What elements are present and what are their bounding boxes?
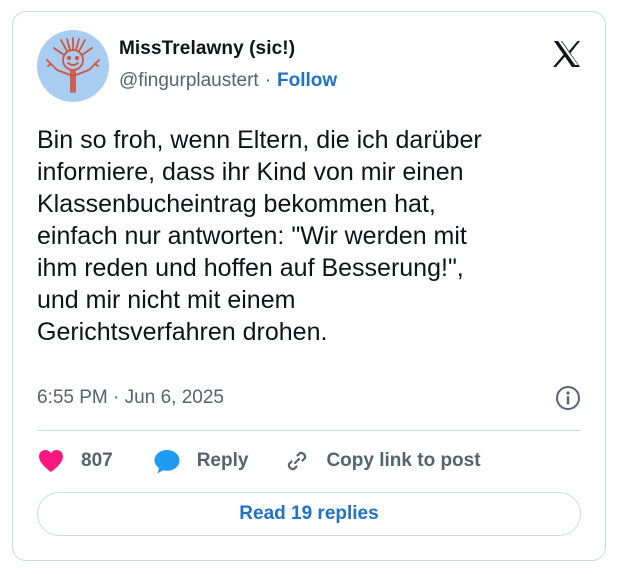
info-icon[interactable] xyxy=(555,385,581,411)
tweet-text-line: einfach nur antworten: "Wir werden mit xyxy=(37,222,467,250)
tweet-text-line: Klassenbucheintrag bekommen hat, xyxy=(37,190,436,218)
tweet-timestamp[interactable]: 6:55 PM · Jun 6, 2025 xyxy=(37,387,224,409)
read-replies-button[interactable]: Read 19 replies xyxy=(37,492,581,536)
tweet-card: MissTrelawny (sic!) @fingurplaustert · Fol… xyxy=(12,11,606,561)
copy-link-button[interactable]: Copy link to post xyxy=(284,448,481,474)
divider xyxy=(37,430,581,431)
tweet-text: Bin so froh, wenn Eltern, die ich darübe… xyxy=(37,124,597,348)
like-button[interactable]: 807 xyxy=(37,448,113,474)
tweet-text-line: ihm reden und hoffen auf Besserung!", xyxy=(37,254,464,282)
tweet-text-line: und mir nicht mit einem xyxy=(37,286,296,314)
avatar-drawing-icon xyxy=(46,37,100,93)
x-logo-icon[interactable] xyxy=(551,38,583,70)
reply-bubble-icon xyxy=(154,449,180,473)
reply-label: Reply xyxy=(196,450,249,471)
like-count: 807 xyxy=(81,450,113,471)
timestamp-separator: · xyxy=(113,387,120,408)
author-handle-row: @fingurplaustert · Follow xyxy=(119,70,337,92)
action-bar: 807 Reply Copy link to post xyxy=(37,446,481,476)
author-display-name[interactable]: MissTrelawny (sic!) xyxy=(119,38,295,60)
heart-icon xyxy=(39,450,63,472)
tweet-text-line: Gerichtsverfahren drohen. xyxy=(37,318,328,346)
follow-button[interactable]: Follow xyxy=(277,70,337,91)
avatar[interactable] xyxy=(37,30,109,102)
tweet-date: Jun 6, 2025 xyxy=(124,387,224,408)
tweet-time: 6:55 PM xyxy=(37,387,108,408)
copy-link-label: Copy link to post xyxy=(326,450,481,471)
reply-button[interactable]: Reply xyxy=(153,448,249,475)
read-replies-label: Read 19 replies xyxy=(239,503,379,524)
author-handle[interactable]: @fingurplaustert xyxy=(119,70,259,91)
link-icon xyxy=(288,451,307,471)
tweet-text-line: informiere, dass ihr Kind von mir einen xyxy=(37,158,464,186)
tweet-text-line: Bin so froh, wenn Eltern, die ich darübe… xyxy=(37,126,482,154)
handle-separator: · xyxy=(264,70,272,91)
